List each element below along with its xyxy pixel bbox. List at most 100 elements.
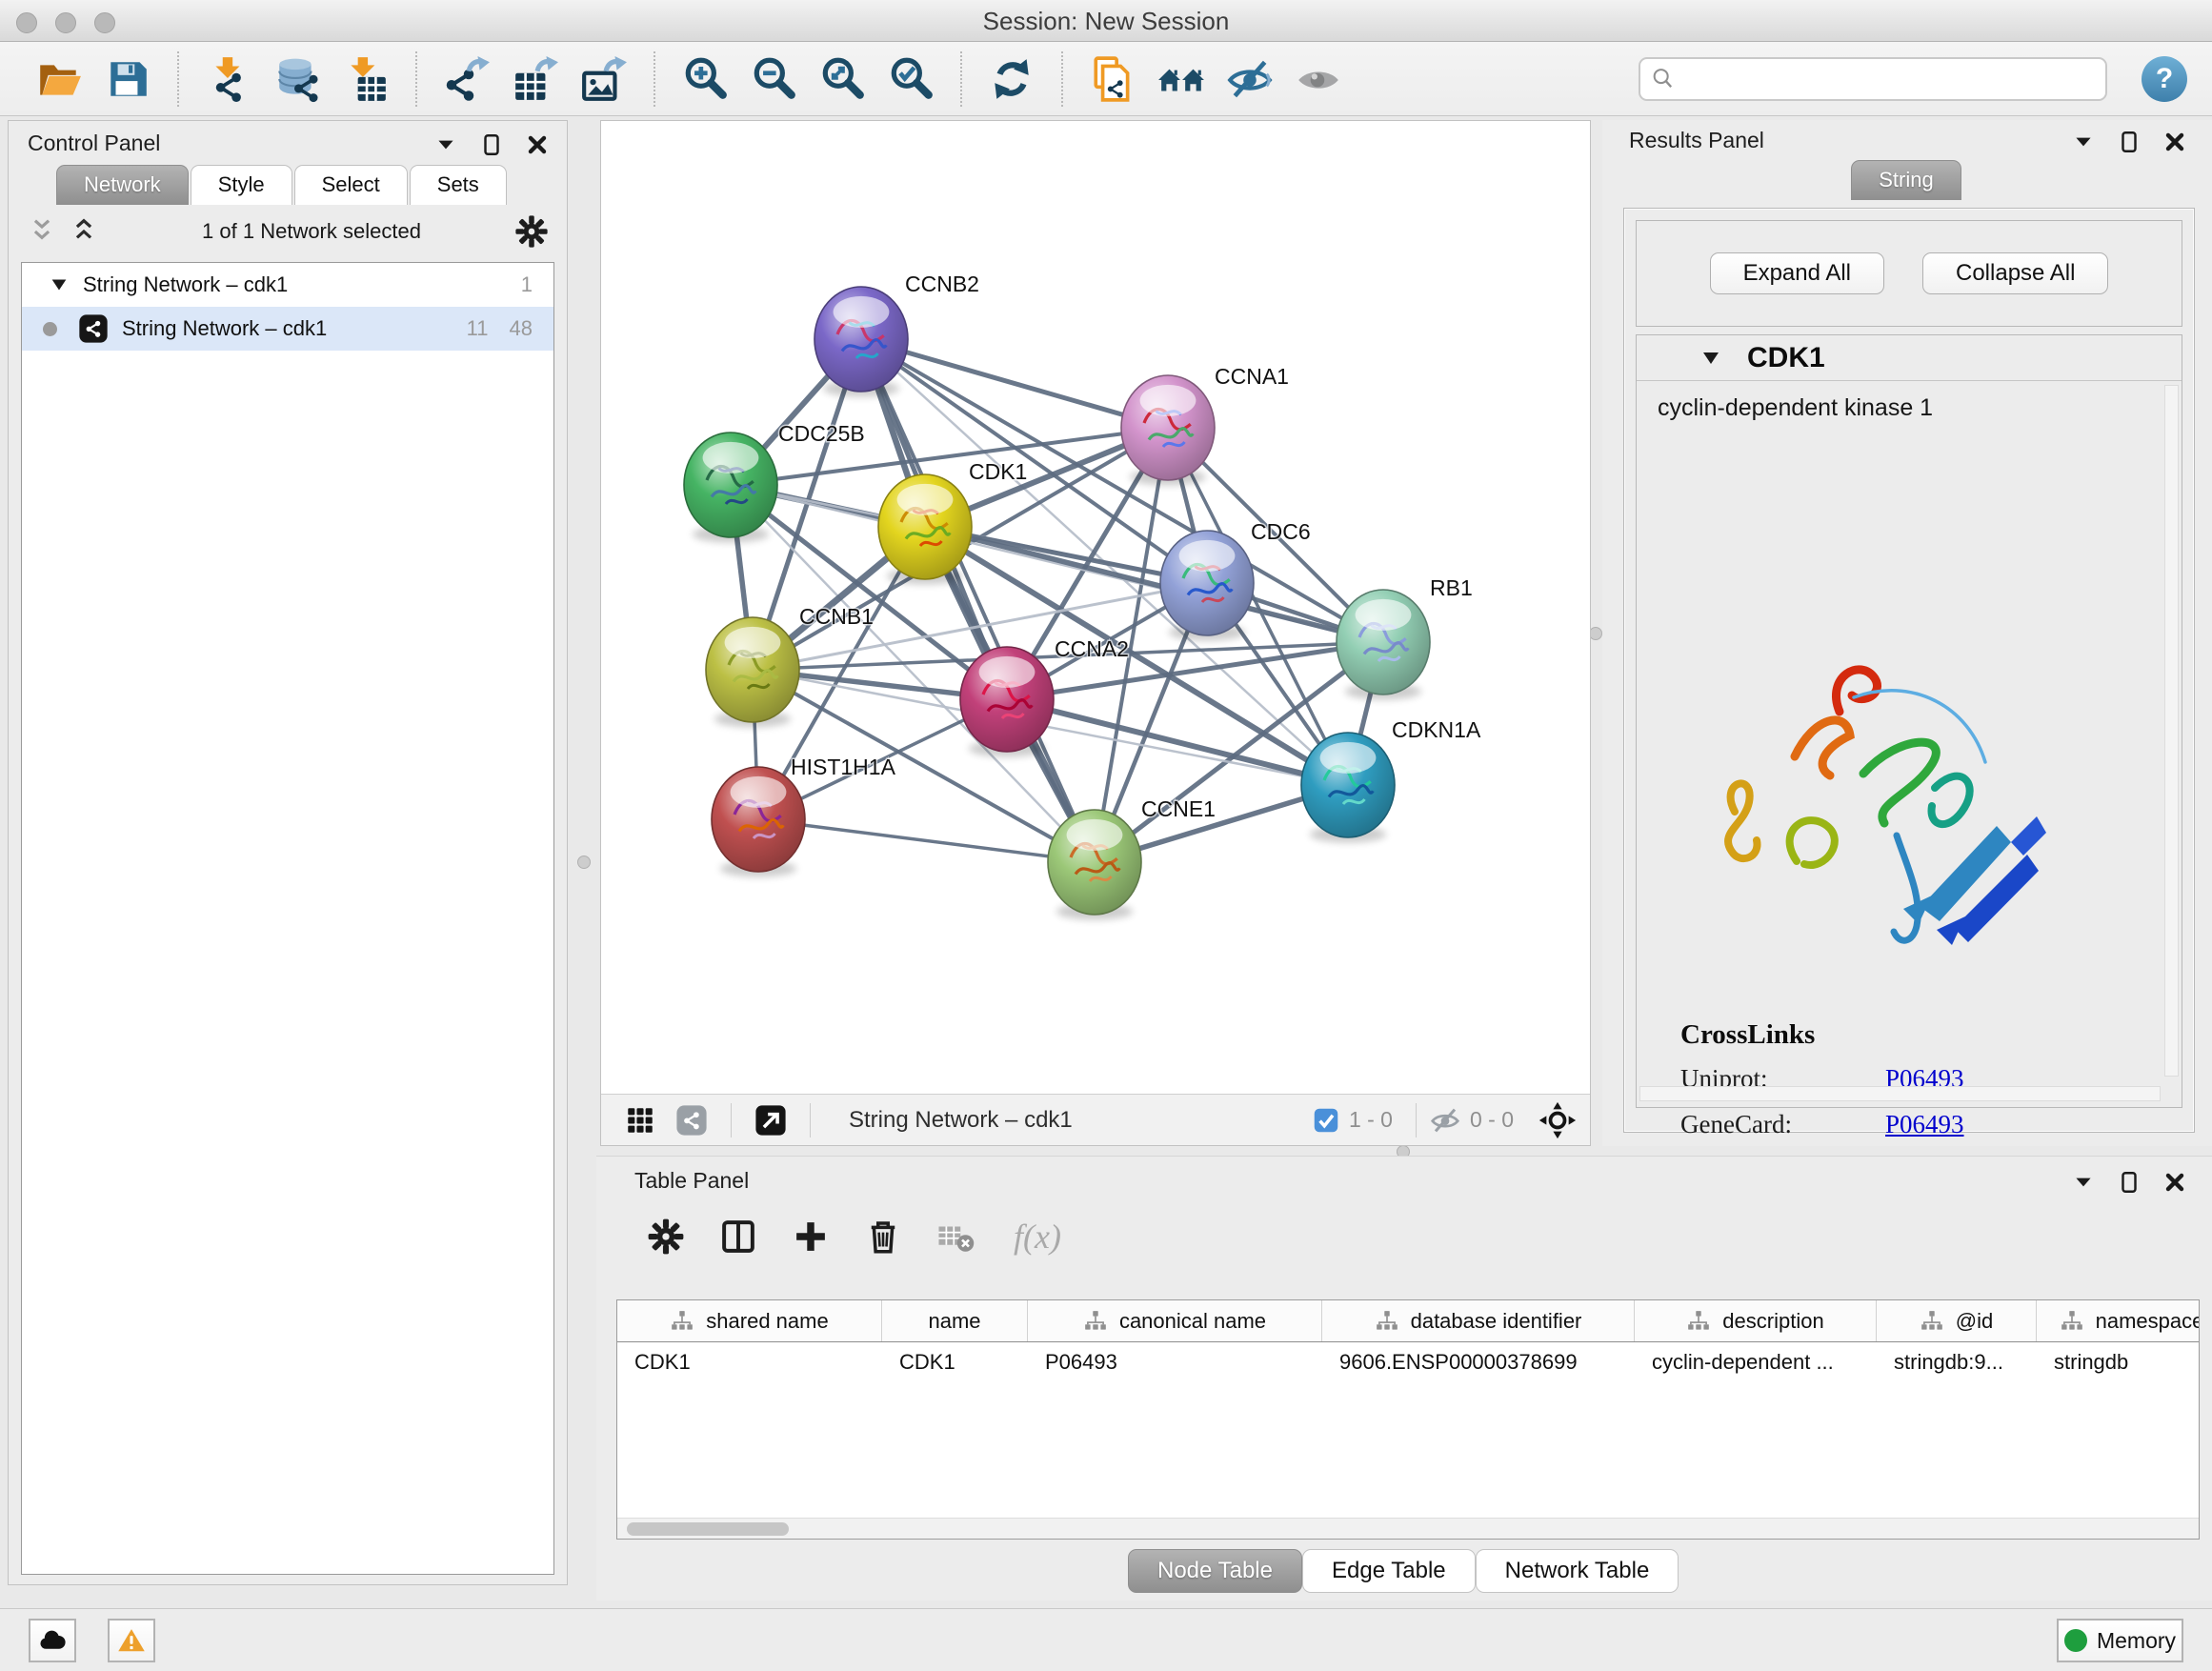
results-vertical-scrollbar[interactable] (2164, 385, 2179, 1077)
selected-items-checkbox-icon[interactable] (1313, 1107, 1339, 1134)
table-cell[interactable]: CDK1 (617, 1342, 882, 1384)
column-header-description[interactable]: description (1635, 1300, 1877, 1341)
column-header--id[interactable]: @id (1877, 1300, 2037, 1341)
section-caret-icon[interactable] (1699, 347, 1722, 370)
show-columns-icon[interactable] (718, 1217, 758, 1257)
column-header-namespace[interactable]: namespace (2037, 1300, 2200, 1341)
panel-menu-icon[interactable] (2071, 130, 2096, 154)
node-RB1[interactable]: RB1 (1337, 575, 1473, 700)
node-CDKN1A[interactable]: CDKN1A (1301, 717, 1481, 843)
float-panel-icon[interactable] (2117, 1170, 2142, 1195)
zoom-in-button[interactable] (678, 52, 732, 106)
network-row-selected[interactable]: String Network – cdk1 11 48 (22, 307, 553, 351)
node-HIST1H1A[interactable]: HIST1H1A (712, 755, 896, 877)
apply-layout-button[interactable] (985, 52, 1038, 106)
help-button[interactable]: ? (2142, 56, 2187, 102)
node-CCNE1[interactable]: CCNE1 (1048, 796, 1216, 920)
close-panel-icon[interactable] (2162, 130, 2187, 154)
fit-content-button[interactable] (815, 52, 869, 106)
zoom-selected-button[interactable] (884, 52, 937, 106)
collapse-all-button[interactable]: Collapse All (1922, 252, 2108, 294)
results-horizontal-scrollbar[interactable] (1639, 1086, 2161, 1101)
save-session-button[interactable] (101, 52, 154, 106)
panel-menu-icon[interactable] (2071, 1170, 2096, 1195)
table-cell[interactable]: 9606.ENSP00000378699 (1322, 1342, 1635, 1384)
create-column-icon[interactable] (791, 1217, 831, 1257)
export-table-button[interactable] (509, 52, 562, 106)
float-panel-icon[interactable] (479, 132, 504, 157)
cloud-status-button[interactable] (29, 1619, 76, 1662)
right-splitter-grip[interactable] (1589, 627, 1602, 640)
control-panel-tabs: Network Style Select Sets (9, 163, 567, 205)
expand-all-networks-icon[interactable] (68, 215, 100, 248)
network-options-gear-icon[interactable] (513, 213, 550, 250)
birdseye-view-icon[interactable] (1538, 1101, 1577, 1139)
column-header-name[interactable]: name (882, 1300, 1028, 1341)
search-input[interactable] (1639, 57, 2107, 101)
collapse-all-networks-icon[interactable] (26, 215, 58, 248)
tab-network-table[interactable]: Network Table (1476, 1549, 1679, 1593)
table-horizontal-scrollbar[interactable] (617, 1518, 2199, 1539)
export-image-button[interactable] (577, 52, 631, 106)
delete-column-icon[interactable] (863, 1217, 903, 1257)
table-panel: Table Panel f(x) shared namenamecanonica… (596, 1156, 2212, 1601)
toolbar-separator (177, 51, 179, 107)
first-neighbors-button[interactable] (1155, 52, 1208, 106)
node-label-HIST1H1A: HIST1H1A (791, 755, 896, 779)
scrollbar-thumb[interactable] (627, 1522, 789, 1536)
show-grid-icon[interactable] (624, 1104, 656, 1137)
expand-all-button[interactable]: Expand All (1710, 252, 1884, 294)
collection-caret-icon[interactable] (49, 274, 70, 295)
table-cell[interactable]: CDK1 (882, 1342, 1028, 1384)
crosslink-link[interactable]: P06493 (1885, 1110, 1964, 1139)
memory-button[interactable]: Memory (2057, 1619, 2183, 1662)
left-splitter-grip[interactable] (577, 856, 591, 869)
edge-CCNB2-CCNE1[interactable] (861, 339, 1095, 862)
tab-network[interactable]: Network (56, 165, 189, 205)
column-header-database-identifier[interactable]: database identifier (1322, 1300, 1635, 1341)
node-CDC6[interactable]: CDC6 (1160, 519, 1311, 641)
clone-network-button[interactable] (1086, 52, 1139, 106)
toolbar-separator (1061, 51, 1063, 107)
gene-section-header[interactable]: CDK1 (1637, 335, 2182, 381)
column-header-label: namespace (2096, 1309, 2200, 1334)
tab-sets[interactable]: Sets (410, 165, 507, 205)
table-cell[interactable]: stringdb (2037, 1342, 2200, 1384)
close-panel-icon[interactable] (525, 132, 550, 157)
edge-HIST1H1A-CCNE1[interactable] (758, 819, 1095, 862)
detach-view-icon[interactable] (754, 1104, 787, 1137)
tab-node-table[interactable]: Node Table (1128, 1549, 1302, 1593)
float-panel-icon[interactable] (2117, 130, 2142, 154)
hide-selected-button[interactable] (1223, 52, 1277, 106)
table-options-gear-icon[interactable] (646, 1217, 686, 1257)
import-network-from-file-button[interactable] (202, 52, 255, 106)
import-table-button[interactable] (339, 52, 392, 106)
export-network-button[interactable] (440, 52, 493, 106)
network-node-count: 11 (467, 316, 489, 341)
network-graph-svg: CCNB2 CCNA1 CDC25B CDK1 (601, 121, 1590, 1094)
panel-menu-icon[interactable] (433, 132, 458, 157)
import-network-from-database-button[interactable] (271, 52, 324, 106)
close-panel-icon[interactable] (2162, 1170, 2187, 1195)
node-label-CCNA1: CCNA1 (1215, 364, 1289, 389)
network-collection-row[interactable]: String Network – cdk1 1 (22, 263, 553, 307)
table-cell[interactable]: cyclin-dependent ... (1635, 1342, 1877, 1384)
open-session-button[interactable] (32, 52, 86, 106)
column-header-canonical-name[interactable]: canonical name (1028, 1300, 1322, 1341)
table-row[interactable]: CDK1CDK1P064939606.ENSP00000378699cyclin… (617, 1342, 2199, 1384)
table-cell[interactable]: P06493 (1028, 1342, 1322, 1384)
hidden-items-eye-icon[interactable] (1430, 1105, 1460, 1136)
tab-edge-table[interactable]: Edge Table (1302, 1549, 1476, 1593)
table-cell[interactable]: stringdb:9... (1877, 1342, 2037, 1384)
tab-string[interactable]: String (1851, 160, 1961, 200)
collection-count: 1 (521, 272, 533, 297)
column-header-shared-name[interactable]: shared name (617, 1300, 882, 1341)
tab-select[interactable]: Select (294, 165, 408, 205)
node-CCNB2[interactable]: CCNB2 (814, 272, 979, 397)
zoom-out-button[interactable] (747, 52, 800, 106)
tab-style[interactable]: Style (191, 165, 292, 205)
warnings-button[interactable] (108, 1619, 155, 1662)
network-canvas[interactable]: CCNB2 CCNA1 CDC25B CDK1 (601, 121, 1590, 1094)
node-label-CDKN1A: CDKN1A (1392, 717, 1481, 742)
divider (731, 1103, 732, 1137)
